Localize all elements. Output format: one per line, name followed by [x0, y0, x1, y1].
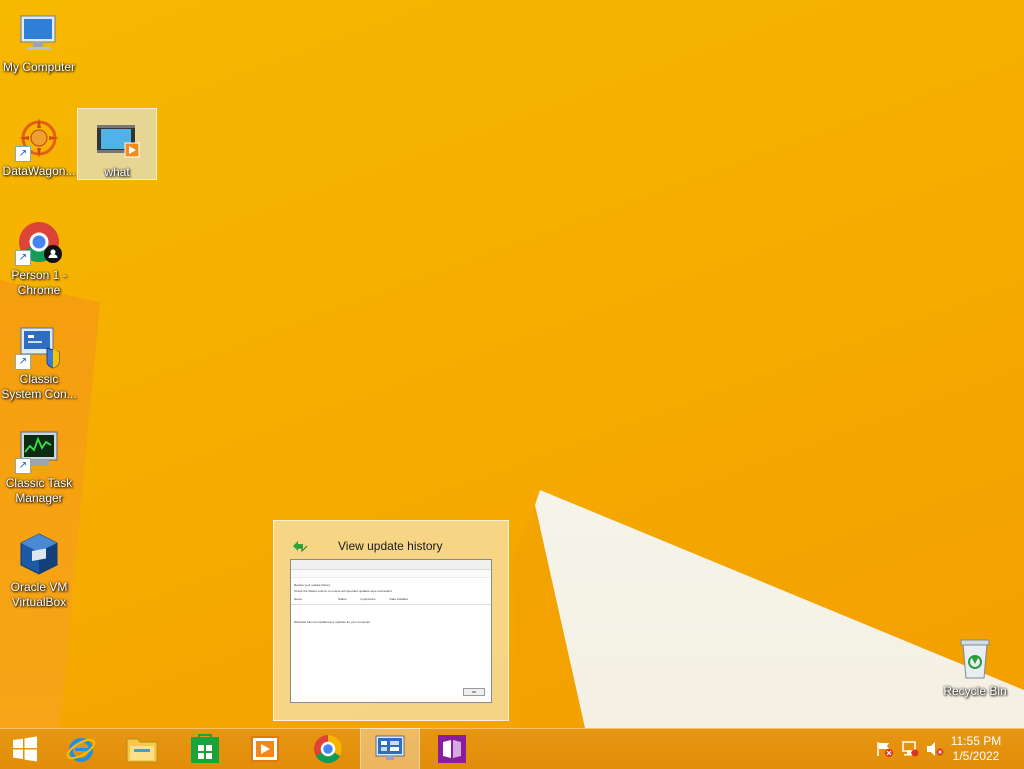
control-panel-icon [375, 735, 405, 760]
desktop-icon-datawagon[interactable]: ↗ DataWagon... [0, 108, 78, 179]
datawagon-icon: ↗ [15, 114, 63, 162]
taskbar-store[interactable] [176, 729, 234, 769]
taskbar-chrome[interactable] [299, 729, 357, 769]
start-button[interactable] [0, 729, 50, 769]
taskbar: 11:55 PM 1/5/2022 [0, 728, 1024, 769]
shortcut-arrow-icon: ↗ [15, 354, 31, 370]
control-panel-icon: ↗ [15, 322, 63, 370]
action-center-flag-icon[interactable] [876, 741, 894, 762]
column-date: Date installed [389, 597, 408, 601]
windows-logo-icon [13, 736, 37, 762]
desktop-icon-label: Recycle Bin [943, 684, 1007, 698]
desktop-icon-label: DataWagon... [2, 164, 76, 178]
internet-explorer-icon [66, 738, 96, 762]
update-history-icon [292, 539, 308, 558]
taskbar-file-explorer[interactable] [113, 729, 171, 769]
network-icon[interactable] [901, 741, 919, 762]
thumbnail-empty-text: Windows has not installed any updates fo… [294, 620, 371, 624]
desktop-icon-label: Person 1 - Chrome [11, 268, 67, 297]
desktop-icon-label: Oracle VM VirtualBox [10, 580, 68, 609]
volume-muted-icon[interactable] [926, 741, 944, 762]
desktop-icon-task-manager[interactable]: ↗ Classic Task Manager [0, 420, 78, 506]
column-importance: Importance [360, 597, 376, 601]
thumbnail-ok-button: OK [463, 688, 485, 696]
chrome-icon [314, 735, 342, 763]
shortcut-arrow-icon: ↗ [15, 458, 31, 474]
onenote-icon [438, 735, 466, 763]
thumbnail-title: View update history [338, 539, 443, 553]
clock-date: 1/5/2022 [952, 749, 1000, 763]
desktop-icon-label: My Computer [2, 60, 76, 74]
media-player-icon [251, 736, 279, 762]
thumbnail-column-headers: Name Status Importance Date installed [291, 594, 491, 605]
desktop-icon-what[interactable]: what [77, 108, 157, 180]
thumbnail-address-bar [291, 560, 491, 570]
taskbar-control-panel[interactable] [360, 728, 420, 769]
desktop-icon-control-panel[interactable]: ↗ Classic System Con... [0, 316, 78, 402]
video-file-icon [93, 115, 141, 163]
recycle-bin-icon [951, 634, 999, 682]
shortcut-arrow-icon: ↗ [15, 146, 31, 162]
taskbar-media-player[interactable] [236, 729, 294, 769]
desktop-icon-label: what [104, 165, 130, 179]
column-name: Name [294, 597, 303, 601]
desktop-icon-recycle-bin[interactable]: Recycle Bin [936, 628, 1014, 699]
desktop-icon-label: Classic Task Manager [5, 476, 73, 505]
system-tray: 11:55 PM 1/5/2022 [864, 729, 1024, 769]
taskbar-thumbnail-preview[interactable]: View update history Review your update h… [273, 520, 509, 721]
clock[interactable]: 11:55 PM 1/5/2022 [946, 734, 1006, 764]
desktop-icon-label: Classic System Con... [1, 372, 77, 401]
store-icon [191, 734, 219, 763]
desktop-icon-chrome[interactable]: ↗ Person 1 - Chrome [0, 212, 78, 298]
thumbnail-window-preview: Review your update history Check the Sta… [290, 559, 492, 703]
shortcut-arrow-icon: ↗ [15, 250, 31, 266]
taskbar-internet-explorer[interactable] [52, 729, 110, 769]
task-manager-icon: ↗ [15, 426, 63, 474]
column-status: Status [338, 597, 347, 601]
computer-icon [15, 10, 63, 58]
clock-time: 11:55 PM [950, 734, 1002, 748]
chrome-icon: ↗ [15, 218, 63, 266]
taskbar-onenote[interactable] [423, 729, 481, 769]
virtualbox-icon [15, 530, 63, 578]
desktop-icon-virtualbox[interactable]: Oracle VM VirtualBox [0, 524, 78, 610]
desktop-icon-my-computer[interactable]: My Computer [0, 4, 78, 75]
folder-icon [126, 738, 158, 763]
thumbnail-menu-bar [291, 570, 491, 578]
